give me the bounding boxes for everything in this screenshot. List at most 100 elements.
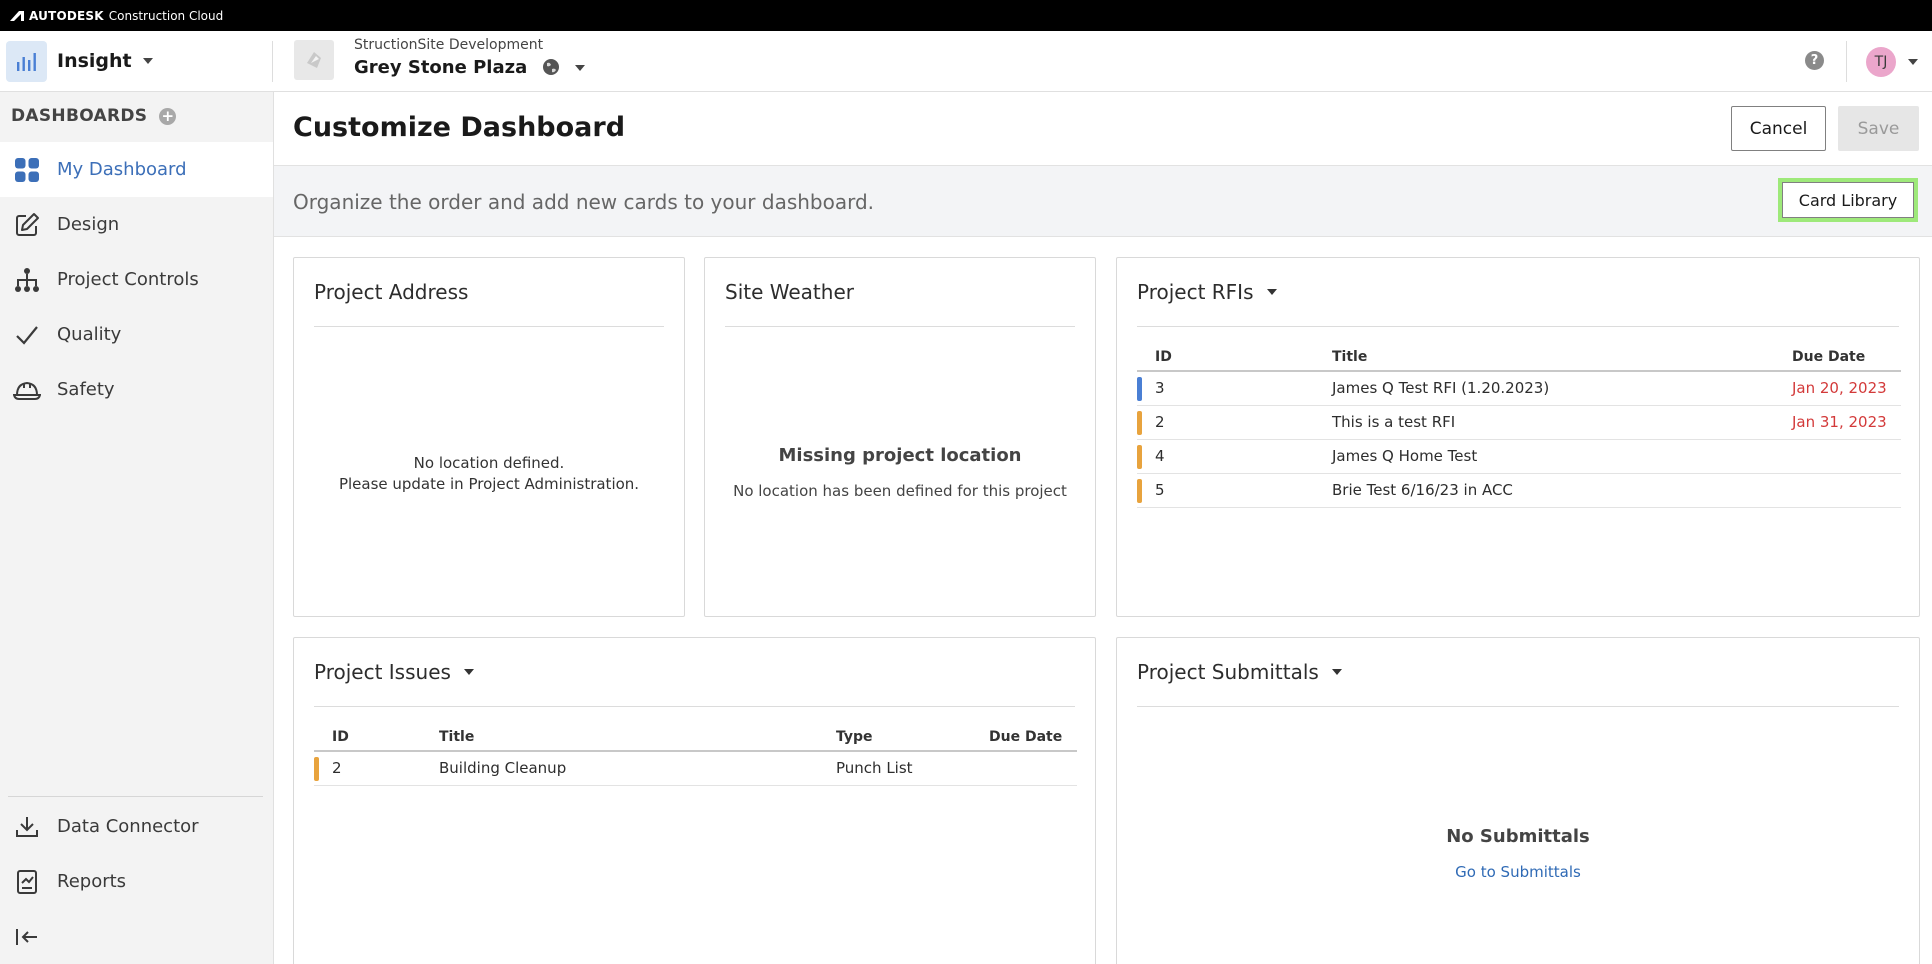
status-flag	[1137, 377, 1142, 401]
issue-id: 2	[332, 759, 342, 778]
rfi-title: Brie Test 6/16/23 in ACC	[1314, 473, 1774, 508]
sidebar-item-project-controls[interactable]: Project Controls	[0, 252, 273, 307]
column-header-id[interactable]: ID	[1137, 343, 1314, 372]
status-flag	[314, 757, 319, 781]
sidebar-item-data-connector[interactable]: Data Connector	[0, 799, 273, 854]
card-divider	[725, 326, 1075, 327]
table-row[interactable]: 2 This is a test RFI Jan 31, 2023	[1137, 405, 1901, 440]
chevron-down-icon	[1331, 669, 1342, 675]
column-header-title[interactable]: Title	[1314, 343, 1774, 372]
sidebar: DASHBOARDS + My Dashboard Design Project…	[0, 92, 274, 964]
project-chevron-down-icon[interactable]	[574, 64, 586, 72]
address-message: No location defined. Please update in Pr…	[294, 453, 684, 495]
cancel-button[interactable]: Cancel	[1731, 106, 1826, 151]
rfi-id-cell: 5	[1137, 473, 1314, 508]
avatar-chevron-down-icon[interactable]	[1907, 58, 1919, 66]
card-library-button[interactable]: Card Library	[1778, 178, 1918, 222]
table-header-row: ID Title Type Due Date	[314, 723, 1077, 752]
app-header: Insight StructionSite Development Grey S…	[0, 31, 1932, 92]
sidebar-item-label: Safety	[57, 379, 115, 400]
help-icon[interactable]: ?	[1805, 51, 1824, 70]
table-header-row: ID Title Due Date	[1137, 343, 1901, 372]
rfi-id: 4	[1155, 447, 1165, 465]
card-title-text: Project Issues	[314, 660, 451, 684]
status-flag	[1137, 410, 1142, 435]
rfi-due-date: Jan 31, 2023	[1774, 405, 1901, 440]
sidebar-item-label: My Dashboard	[57, 159, 187, 180]
project-account: StructionSite Development	[354, 37, 544, 53]
column-header-id[interactable]: ID	[314, 723, 421, 752]
download-icon	[13, 813, 41, 841]
project-submittals-card[interactable]: Project Submittals No Submittals Go to S…	[1116, 637, 1920, 964]
brand-name: AUTODESK	[29, 8, 104, 23]
card-title-text: Project Submittals	[1137, 660, 1319, 684]
rfi-due-date: Jan 20, 2023	[1774, 371, 1901, 406]
card-divider	[1137, 326, 1899, 327]
rfi-id: 3	[1155, 379, 1165, 398]
hardhat-icon	[13, 376, 41, 404]
brand-product: Construction Cloud	[108, 8, 224, 23]
card-title: Project Address	[314, 280, 468, 304]
table-row[interactable]: 3 James Q Test RFI (1.20.2023) Jan 20, 2…	[1137, 371, 1901, 406]
rfi-id: 2	[1155, 413, 1165, 431]
weather-text: No location has been defined for this pr…	[733, 482, 1067, 500]
card-divider	[1137, 706, 1899, 707]
project-rfis-card[interactable]: Project RFIs ID Title Due Date 3 James Q…	[1116, 257, 1920, 617]
chevron-down-icon	[463, 669, 474, 675]
column-header-type[interactable]: Type	[818, 723, 971, 752]
header-divider	[272, 41, 273, 82]
card-title[interactable]: Project Issues	[314, 660, 475, 684]
rfi-title: This is a test RFI	[1314, 405, 1774, 440]
issue-id-cell: 2	[314, 751, 421, 786]
project-name[interactable]: Grey Stone Plaza	[354, 57, 527, 78]
column-header-title[interactable]: Title	[421, 723, 818, 752]
globe-icon[interactable]	[542, 58, 560, 76]
sidebar-item-label: Design	[57, 214, 120, 235]
site-weather-card[interactable]: Site Weather Missing project location No…	[704, 257, 1096, 617]
project-image-icon	[307, 52, 321, 68]
module-switcher[interactable]: Insight	[6, 39, 154, 83]
card-library-button-border	[1782, 182, 1914, 218]
save-button[interactable]: Save	[1838, 106, 1919, 151]
issue-type: Punch List	[818, 751, 971, 786]
brand-bar: AUTODESK Construction Cloud	[0, 0, 1932, 31]
column-header-due-date[interactable]: Due Date	[971, 723, 1077, 752]
chevron-down-icon	[142, 58, 153, 64]
status-flag	[1137, 478, 1142, 503]
issues-table: ID Title Type Due Date 2 Building Cleanu…	[314, 723, 1077, 786]
check-icon	[13, 321, 41, 349]
sidebar-item-label: Quality	[57, 324, 122, 345]
card-divider	[314, 326, 664, 327]
table-row[interactable]: 5 Brie Test 6/16/23 in ACC	[1137, 473, 1901, 508]
header-divider	[1846, 41, 1847, 82]
sidebar-divider	[8, 796, 263, 797]
collapse-sidebar-button[interactable]	[0, 909, 273, 964]
card-title[interactable]: Project RFIs	[1137, 280, 1278, 304]
sidebar-item-design[interactable]: Design	[0, 197, 273, 252]
rfi-title: James Q Home Test	[1314, 439, 1774, 474]
project-issues-card[interactable]: Project Issues ID Title Type Due Date 2 …	[293, 637, 1096, 964]
card-title[interactable]: Project Submittals	[1137, 660, 1343, 684]
card-divider	[314, 706, 1075, 707]
submittals-empty-heading: No Submittals	[1446, 826, 1590, 847]
autodesk-logo[interactable]: AUTODESK Construction Cloud	[10, 9, 223, 23]
table-row[interactable]: 4 James Q Home Test	[1137, 439, 1901, 474]
sidebar-item-my-dashboard[interactable]: My Dashboard	[0, 142, 273, 197]
go-to-submittals-link[interactable]: Go to Submittals	[1455, 863, 1581, 881]
submittals-link-wrap: Go to Submittals	[1117, 862, 1919, 881]
rfi-id: 5	[1155, 481, 1165, 499]
sidebar-item-quality[interactable]: Quality	[0, 307, 273, 362]
address-line-2: Please update in Project Administration.	[338, 475, 640, 493]
sidebar-item-safety[interactable]: Safety	[0, 362, 273, 417]
project-thumbnail[interactable]	[294, 40, 334, 80]
user-avatar[interactable]: TJ	[1866, 47, 1896, 77]
chevron-down-icon	[1266, 289, 1277, 295]
column-header-due-date[interactable]: Due Date	[1774, 343, 1901, 372]
project-address-card[interactable]: Project Address No location defined. Ple…	[293, 257, 685, 617]
report-icon	[13, 868, 41, 896]
page-title: Customize Dashboard	[293, 112, 626, 143]
sidebar-item-reports[interactable]: Reports	[0, 854, 273, 909]
add-dashboard-icon[interactable]: +	[159, 107, 177, 125]
table-row[interactable]: 2 Building Cleanup Punch List	[314, 751, 1077, 786]
weather-heading: Missing project location	[778, 445, 1022, 466]
